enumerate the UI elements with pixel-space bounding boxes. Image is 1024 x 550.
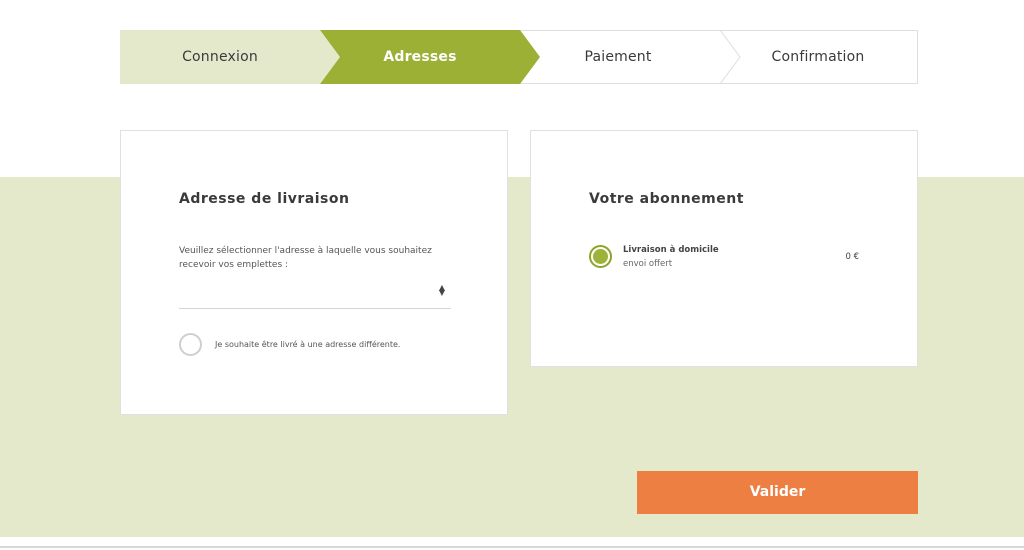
different-address-radio[interactable] (179, 333, 202, 356)
address-instructions: Veuillez sélectionner l'adresse à laquel… (179, 246, 432, 270)
step-adresses[interactable]: Adresses (320, 30, 520, 84)
home-delivery-price: 0 € (845, 252, 859, 262)
home-delivery-subtitle: envoi offert (623, 259, 673, 269)
step-confirmation[interactable]: Confirmation (718, 30, 918, 84)
submit-button[interactable]: Valider (637, 471, 918, 514)
updown-arrows-icon: ▲ ▼ (438, 283, 445, 297)
subscription-title: Votre abonnement (589, 191, 744, 207)
home-delivery-title: Livraison à domicile (623, 245, 719, 255)
address-select[interactable]: ▲ ▼ (179, 281, 451, 309)
step-connexion[interactable]: Connexion (120, 30, 320, 84)
delivery-address-title: Adresse de livraison (179, 191, 350, 207)
home-delivery-radio[interactable] (589, 245, 612, 268)
delivery-address-card: Adresse de livraison Veuillez sélectionn… (120, 130, 508, 415)
subscription-card: Votre abonnement Livraison à domicile en… (530, 130, 918, 367)
different-address-label: Je souhaite être livré à une adresse dif… (215, 340, 401, 349)
step-paiement[interactable]: Paiement (518, 30, 718, 84)
checkout-stepper: Connexion Adresses Paiement Confirmation (120, 30, 918, 84)
footer-divider (0, 546, 1024, 548)
home-delivery-option[interactable]: Livraison à domicile envoi offert 0 € (589, 245, 861, 275)
